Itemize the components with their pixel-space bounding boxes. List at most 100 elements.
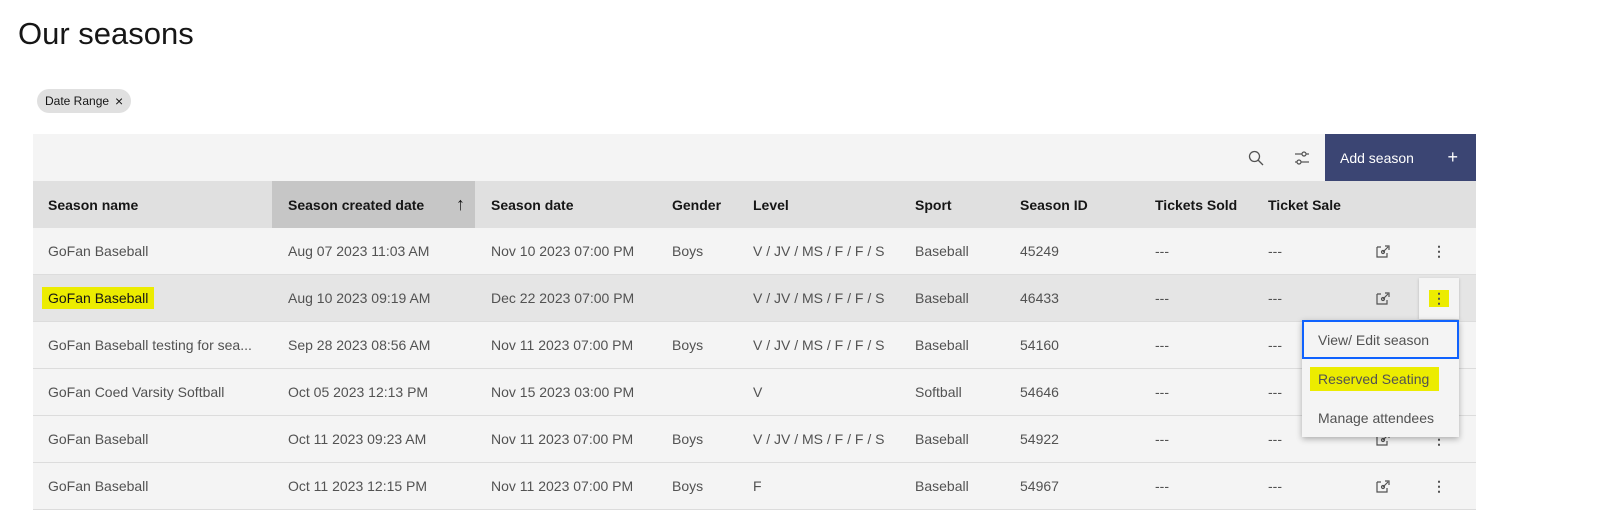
table-row[interactable]: GoFan Baseball Oct 11 2023 12:15 PM Nov 11… [33,463,1476,510]
cell-created: Oct 11 2023 12:15 PM [288,463,427,509]
overflow-menu-button[interactable]: ⋮ [1419,463,1459,509]
table-row[interactable]: GoFan Baseball Oct 11 2023 09:23 AM Nov 11… [33,416,1476,463]
cell-id: 54922 [1020,416,1059,462]
cell-text: F [753,478,762,494]
col-season-created-date[interactable]: Season created date ↑ [272,181,475,228]
cell-text: Dec 22 2023 07:00 PM [491,290,635,306]
sort-arrow-up-icon: ↑ [456,194,465,214]
cell-text: --- [1155,384,1169,400]
cell-text: --- [1268,431,1282,447]
overflow-menu-button[interactable]: ⋮ [1419,278,1459,319]
edit-link-icon[interactable] [1372,228,1394,274]
cell-text: --- [1155,478,1169,494]
cell-sale: --- [1268,416,1282,462]
table-toolbar: Add season + [33,134,1476,181]
menu-item-manage-attendees[interactable]: Manage attendees [1302,398,1459,437]
cell-name: GoFan Coed Varsity Softball [48,369,224,415]
cell-sport: Baseball [915,275,969,321]
cell-id: 46433 [1020,275,1059,321]
cell-text: V / JV / MS / F / F / S [753,243,885,259]
cell-text: 54967 [1020,478,1059,494]
table-header: Season name Season created date ↑ Season… [33,181,1476,228]
col-gender[interactable]: Gender [672,181,721,228]
col-season-id[interactable]: Season ID [1020,181,1088,228]
cell-text: Baseball [915,243,969,259]
cell-text: Nov 15 2023 03:00 PM [491,384,635,400]
cell-sale: --- [1268,322,1282,368]
cell-text: Oct 11 2023 09:23 AM [288,431,427,447]
cell-text: Boys [672,478,704,494]
cell-level: V / JV / MS / F / F / S [753,228,884,274]
col-season-name[interactable]: Season name [48,181,138,228]
table-row[interactable]: GoFan Baseball Aug 07 2023 11:03 AM Nov 10… [33,228,1476,275]
cell-sold: --- [1155,416,1169,462]
cell-id: 45249 [1020,228,1059,274]
cell-text: Aug 10 2023 09:19 AM [288,290,431,306]
cell-text: Boys [672,243,704,259]
menu-item-view-edit-season[interactable]: View/ Edit season [1302,320,1459,359]
search-icon[interactable] [1232,134,1279,181]
cell-text: GoFan Baseball [48,431,149,447]
menu-item-reserved-seating[interactable]: Reserved Seating [1302,359,1459,398]
cell-text: --- [1155,431,1169,447]
cell-sold: --- [1155,228,1169,274]
cell-text: Boys [672,337,704,353]
cell-created: Sep 28 2023 08:56 AM [288,322,430,368]
overflow-vertical-icon: ⋮ [1432,477,1446,494]
col-label: Season created date [288,196,425,213]
settings-adjust-icon[interactable] [1278,134,1325,181]
edit-link-icon[interactable] [1372,463,1394,509]
cell-level: V / JV / MS / F / F / S [753,416,884,462]
cell-text: --- [1268,290,1282,306]
cell-text: Boys [672,431,704,447]
cell-date: Nov 11 2023 07:00 PM [491,463,633,509]
cell-date: Nov 10 2023 07:00 PM [491,228,634,274]
cell-text: GoFan Baseball [48,243,149,259]
table-row[interactable]: GoFan Coed Varsity Softball Oct 05 2023 1… [33,369,1476,416]
cell-name: GoFan Baseball [48,228,148,274]
seasons-table: Add season + Season name Season created … [33,134,1476,510]
cell-text: Oct 05 2023 12:13 PM [288,384,429,400]
close-icon[interactable]: × [115,93,123,109]
cell-text: --- [1268,478,1282,494]
filter-tag-label: Date Range [45,94,110,108]
cell-created: Aug 07 2023 11:03 AM [288,228,429,274]
cell-sold: --- [1155,463,1169,509]
col-level[interactable]: Level [753,181,789,228]
cell-sport: Baseball [915,228,969,274]
cell-gender: Boys [672,463,703,509]
cell-sale: --- [1268,275,1282,321]
menu-label: Manage attendees [1318,409,1434,426]
cell-text: V / JV / MS / F / F / S [753,431,885,447]
table-row[interactable]: GoFan Baseball testing for sea... Sep 28 … [33,322,1476,369]
cell-text: Nov 11 2023 07:00 PM [491,337,634,353]
cell-text: --- [1268,243,1282,259]
cell-date: Nov 11 2023 07:00 PM [491,322,633,368]
col-sport[interactable]: Sport [915,181,952,228]
cell-id: 54646 [1020,369,1059,415]
add-season-button[interactable]: Add season + [1325,134,1476,181]
overflow-menu-button[interactable]: ⋮ [1419,228,1459,274]
cell-text: GoFan Baseball [42,287,155,309]
cell-text: Nov 11 2023 07:00 PM [491,431,634,447]
filter-tag-date-range: Date Range × [37,89,132,113]
table-row[interactable]: GoFan Baseball Aug 10 2023 09:19 AM Dec 22… [33,275,1476,322]
cell-created: Oct 05 2023 12:13 PM [288,369,428,415]
edit-link-icon[interactable] [1372,275,1394,321]
cell-text: 54922 [1020,431,1059,447]
cell-text: GoFan Coed Varsity Softball [48,384,225,400]
plus-icon: + [1447,147,1458,167]
cell-text: Oct 11 2023 12:15 PM [288,478,428,494]
cell-date: Nov 15 2023 03:00 PM [491,369,634,415]
col-tickets-sold[interactable]: Tickets Sold [1155,181,1237,228]
cell-sold: --- [1155,275,1169,321]
cell-sold: --- [1155,369,1169,415]
cell-text: V [753,384,763,400]
cell-text: Sep 28 2023 08:56 AM [288,337,431,353]
col-ticket-sale[interactable]: Ticket Sale [1268,181,1341,228]
menu-label: Reserved Seating [1310,366,1440,391]
col-season-date[interactable]: Season date [491,181,573,228]
cell-created: Aug 10 2023 09:19 AM [288,275,430,321]
menu-label: View/ Edit season [1318,331,1430,348]
cell-gender: Boys [672,228,703,274]
